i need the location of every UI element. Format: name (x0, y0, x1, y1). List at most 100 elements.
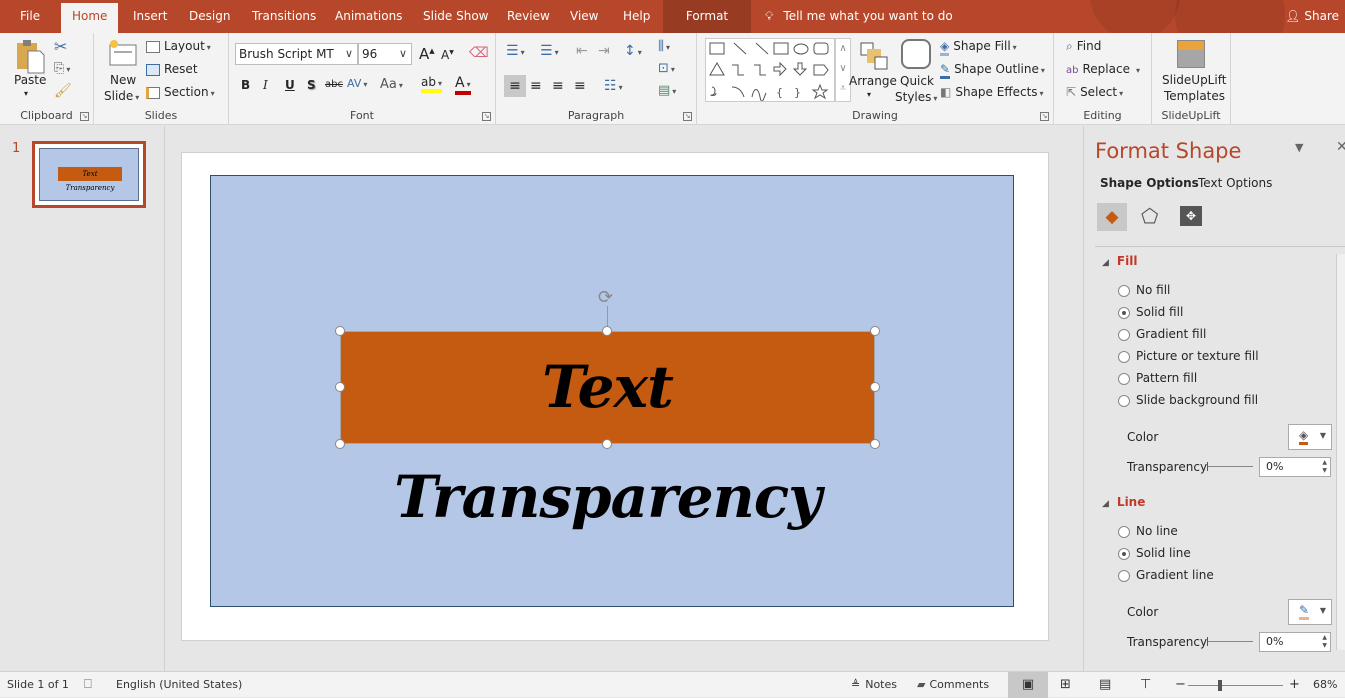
spinner-arrows-icon[interactable]: ▲ ▼ (1322, 634, 1327, 650)
zoom-out-button[interactable]: − (1175, 672, 1186, 698)
quick-styles-dropdown[interactable]: Styles ▾ (895, 90, 937, 104)
bullets-button[interactable]: ☰ ▾ (506, 43, 525, 59)
radio-button[interactable] (1118, 350, 1130, 363)
slideuplift-templates-label[interactable]: Templates (1164, 89, 1225, 103)
decrease-font-size-button[interactable]: A▼ (441, 48, 454, 62)
layout-button[interactable]: Layout ▾ (146, 39, 211, 53)
reading-view-button[interactable]: ▤ (1099, 672, 1111, 698)
change-case-button[interactable]: Aa ▾ (380, 77, 403, 92)
copy-icon[interactable]: ⎘ ▾ (54, 61, 70, 76)
tab-view[interactable]: View (559, 0, 609, 33)
italic-button[interactable]: I (263, 78, 268, 92)
section-button[interactable]: Section ▾ (146, 85, 215, 99)
font-launcher[interactable]: ↘ (482, 112, 491, 121)
radio-no-fill[interactable]: No fill (1118, 283, 1170, 297)
line-section-header[interactable]: ◢ Line (1102, 495, 1145, 509)
fill-section-header[interactable]: ◢ Fill (1102, 254, 1137, 268)
underline-button[interactable]: U (285, 78, 295, 92)
text-direction-button[interactable]: ⫼ ▾ (658, 39, 670, 54)
resize-handle-top[interactable] (602, 326, 612, 336)
resize-handle-bottom-left[interactable] (335, 439, 345, 449)
arrange-dropdown[interactable]: ▾ (867, 90, 871, 99)
zoom-level[interactable]: 68% (1313, 672, 1337, 698)
share-button[interactable]: 👤︎ Share (1285, 0, 1339, 33)
resize-handle-bottom[interactable] (602, 439, 612, 449)
font-size-combo[interactable]: 96 ∨ (358, 43, 412, 65)
tab-transitions[interactable]: Transitions (241, 0, 327, 33)
align-text-button[interactable]: ⊡ ▾ (658, 61, 675, 76)
accessibility-check-icon[interactable]: ⎕ (84, 672, 92, 698)
fill-transparency-input[interactable]: 0% ▲ ▼ (1259, 457, 1331, 477)
paragraph-launcher[interactable]: ↘ (683, 112, 692, 121)
radio-gradient-fill[interactable]: Gradient fill (1118, 327, 1206, 341)
arrange-button[interactable]: Arrange (849, 74, 897, 88)
radio-button[interactable] (1118, 394, 1130, 407)
rotate-handle-icon[interactable]: ⟳ (598, 287, 613, 308)
tell-me-search[interactable]: 💡︎ Tell me what you want to do (765, 0, 953, 33)
convert-smartart-button[interactable]: ▤ ▾ (658, 83, 676, 98)
shapes-gallery[interactable]: {} (705, 38, 835, 102)
slideshow-button[interactable]: ⊤ (1140, 672, 1151, 698)
radio-button-checked[interactable] (1118, 306, 1130, 319)
spinner-arrows-icon[interactable]: ▲ ▼ (1322, 459, 1327, 475)
numbering-button[interactable]: ☰ ▾ (540, 43, 559, 59)
paste-label[interactable]: Paste (14, 73, 46, 87)
line-transparency-input[interactable]: 0% ▲ ▼ (1259, 632, 1331, 652)
highlight-color-button[interactable]: ab ▾ (421, 75, 442, 93)
radio-pattern-fill[interactable]: Pattern fill (1118, 371, 1197, 385)
normal-view-button[interactable]: ▣ (1008, 672, 1048, 698)
increase-indent-button[interactable]: ⇥ (598, 43, 610, 59)
cut-icon[interactable]: ✂ (54, 37, 67, 56)
tab-design[interactable]: Design (178, 0, 241, 33)
tab-animations[interactable]: Animations (324, 0, 413, 33)
radio-button[interactable] (1118, 284, 1130, 297)
new-slide-dropdown[interactable]: Slide ▾ (104, 89, 139, 103)
slideuplift-icon[interactable] (1177, 40, 1205, 68)
find-button[interactable]: ⌕ Find (1066, 39, 1101, 54)
select-button[interactable]: ⇱ Select ▾ (1066, 85, 1123, 99)
tab-review[interactable]: Review (496, 0, 561, 33)
paste-dropdown[interactable]: ▾ (24, 89, 28, 98)
radio-slide-background-fill[interactable]: Slide background fill (1118, 393, 1258, 407)
shape-text[interactable]: Text Transparency (341, 332, 874, 531)
bold-button[interactable]: B (241, 78, 250, 92)
align-center-button[interactable]: ≡ (530, 75, 542, 97)
language-indicator[interactable]: English (United States) (116, 672, 242, 698)
notes-button[interactable]: ≜ Notes (851, 672, 897, 698)
arrange-icon[interactable] (859, 41, 889, 74)
slideuplift-label[interactable]: SlideUpLift (1162, 73, 1226, 87)
font-color-button[interactable]: A ▾ (455, 75, 471, 95)
slider-thumb[interactable] (1207, 462, 1208, 471)
comments-button[interactable]: ▰ Comments (917, 672, 989, 698)
text-shape[interactable]: Text Transparency (340, 331, 875, 531)
zoom-slider-thumb[interactable] (1218, 680, 1222, 691)
tab-slide-show[interactable]: Slide Show (412, 0, 499, 33)
shapes-gallery-scroll[interactable]: ∧ ∨ ⩡ (835, 38, 851, 102)
columns-button[interactable]: ☷ ▾ (604, 75, 623, 99)
pane-scrollbar[interactable] (1336, 254, 1345, 650)
resize-handle-bottom-right[interactable] (870, 439, 880, 449)
fill-and-line-icon[interactable]: ◆ (1097, 203, 1127, 231)
align-right-button[interactable]: ≡ (552, 75, 564, 97)
size-properties-icon[interactable]: ✥ (1180, 206, 1202, 226)
slide-sorter-button[interactable]: ⊞ (1060, 672, 1071, 698)
radio-button[interactable] (1118, 372, 1130, 385)
zoom-slider[interactable] (1188, 672, 1283, 698)
line-transparency-slider[interactable] (1207, 637, 1253, 646)
radio-button[interactable] (1118, 569, 1130, 582)
justify-button[interactable]: ≡ (574, 75, 586, 97)
zoom-in-button[interactable]: + (1289, 672, 1300, 698)
fill-transparency-slider[interactable] (1207, 462, 1253, 471)
close-pane-icon[interactable]: ✕ (1336, 139, 1345, 155)
radio-no-line[interactable]: No line (1118, 524, 1178, 538)
character-spacing-button[interactable]: AV ▾ (347, 77, 367, 90)
resize-handle-left[interactable] (335, 382, 345, 392)
drawing-launcher[interactable]: ↘ (1040, 112, 1049, 121)
pane-options-dropdown[interactable]: ▼ (1295, 141, 1303, 154)
slider-thumb[interactable] (1207, 637, 1208, 646)
line-spacing-button[interactable]: ↕ ▾ (624, 43, 642, 59)
strikethrough-button[interactable]: abc (325, 79, 343, 90)
radio-button-checked[interactable] (1118, 547, 1130, 560)
new-slide-icon[interactable] (108, 39, 138, 70)
radio-picture-fill[interactable]: Picture or texture fill (1118, 349, 1259, 363)
